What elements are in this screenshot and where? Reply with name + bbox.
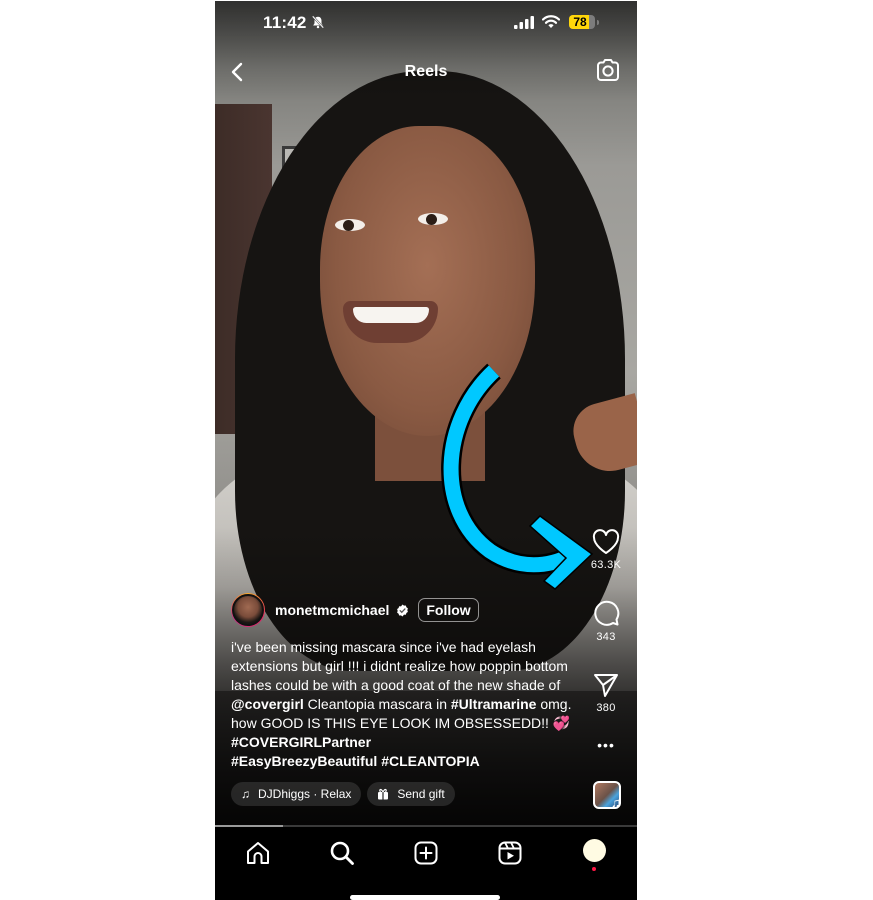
hearts-emoji: 💞	[552, 715, 571, 731]
caption-text: i've been missing mascara since i've had…	[231, 639, 568, 693]
verified-badge-icon	[397, 603, 409, 617]
like-count: 63.3K	[590, 559, 622, 571]
person-face	[320, 126, 535, 436]
reels-header: Reels	[215, 53, 637, 91]
author-username[interactable]: monetmcmichael	[275, 602, 389, 618]
more-options-button[interactable]: •••	[583, 738, 629, 752]
tab-home[interactable]	[244, 839, 272, 867]
hashtag-link[interactable]: #Ultramarine	[451, 696, 537, 712]
follow-button[interactable]: Follow	[418, 598, 479, 622]
comment-icon	[594, 600, 620, 626]
author-avatar[interactable]	[231, 593, 265, 627]
phone-screen: 11:42 78 Reels 63.3K 343 380 ••• ♫ monet…	[215, 1, 637, 900]
comment-count: 343	[596, 631, 616, 643]
battery-indicator: 78	[569, 15, 595, 29]
person-eye-right	[418, 213, 448, 225]
music-note-icon: ♫	[611, 795, 621, 810]
home-indicator	[350, 895, 500, 900]
tab-search[interactable]	[328, 839, 356, 867]
status-bar: 11:42 78	[215, 1, 637, 45]
silent-bell-icon	[311, 15, 325, 29]
notification-dot	[592, 867, 596, 871]
comment-button[interactable]: 343	[583, 599, 629, 643]
share-button[interactable]: 380	[583, 672, 629, 714]
hashtag-link[interactable]: #COVERGIRLPartner	[231, 734, 371, 750]
heart-icon	[592, 529, 620, 554]
bottom-tab-bar	[215, 827, 637, 900]
hashtag-link[interactable]: #EasyBreezyBeautiful	[231, 753, 377, 769]
send-gift-chip[interactable]: Send gift	[367, 782, 455, 806]
cellular-signal-icon	[514, 16, 534, 29]
battery-percent: 78	[573, 15, 587, 29]
send-icon	[594, 674, 618, 697]
wifi-icon	[542, 15, 560, 28]
audio-chip[interactable]: ♫ DJDhiggs · Relax	[231, 782, 362, 806]
person-teeth	[353, 307, 429, 323]
avatar-image	[232, 594, 264, 626]
like-button[interactable]: 63.3K	[583, 529, 629, 571]
music-note-icon: ♫	[241, 787, 250, 801]
tab-create[interactable]	[412, 839, 440, 867]
page-title: Reels	[404, 63, 448, 80]
caption-text: Cleantopia mascara in	[303, 696, 451, 712]
tab-profile[interactable]	[583, 839, 606, 862]
tab-reels[interactable]	[496, 839, 524, 867]
camera-button[interactable]	[595, 58, 621, 82]
status-time: 11:42	[263, 13, 307, 32]
author-row: monetmcmichael Follow	[231, 591, 479, 629]
share-count: 380	[596, 702, 616, 714]
gift-icon	[378, 788, 389, 800]
audio-label: DJDhiggs · Relax	[258, 787, 352, 801]
person-eye-left	[335, 219, 365, 231]
reel-chips: ♫ DJDhiggs · Relax Send gift	[231, 782, 455, 806]
mention-link[interactable]: @covergirl	[231, 696, 304, 712]
reel-caption[interactable]: i've been missing mascara since i've had…	[231, 638, 576, 771]
send-gift-label: Send gift	[397, 787, 445, 801]
battery-nub	[597, 20, 599, 25]
hashtag-link[interactable]: #CLEANTOPIA	[381, 753, 480, 769]
